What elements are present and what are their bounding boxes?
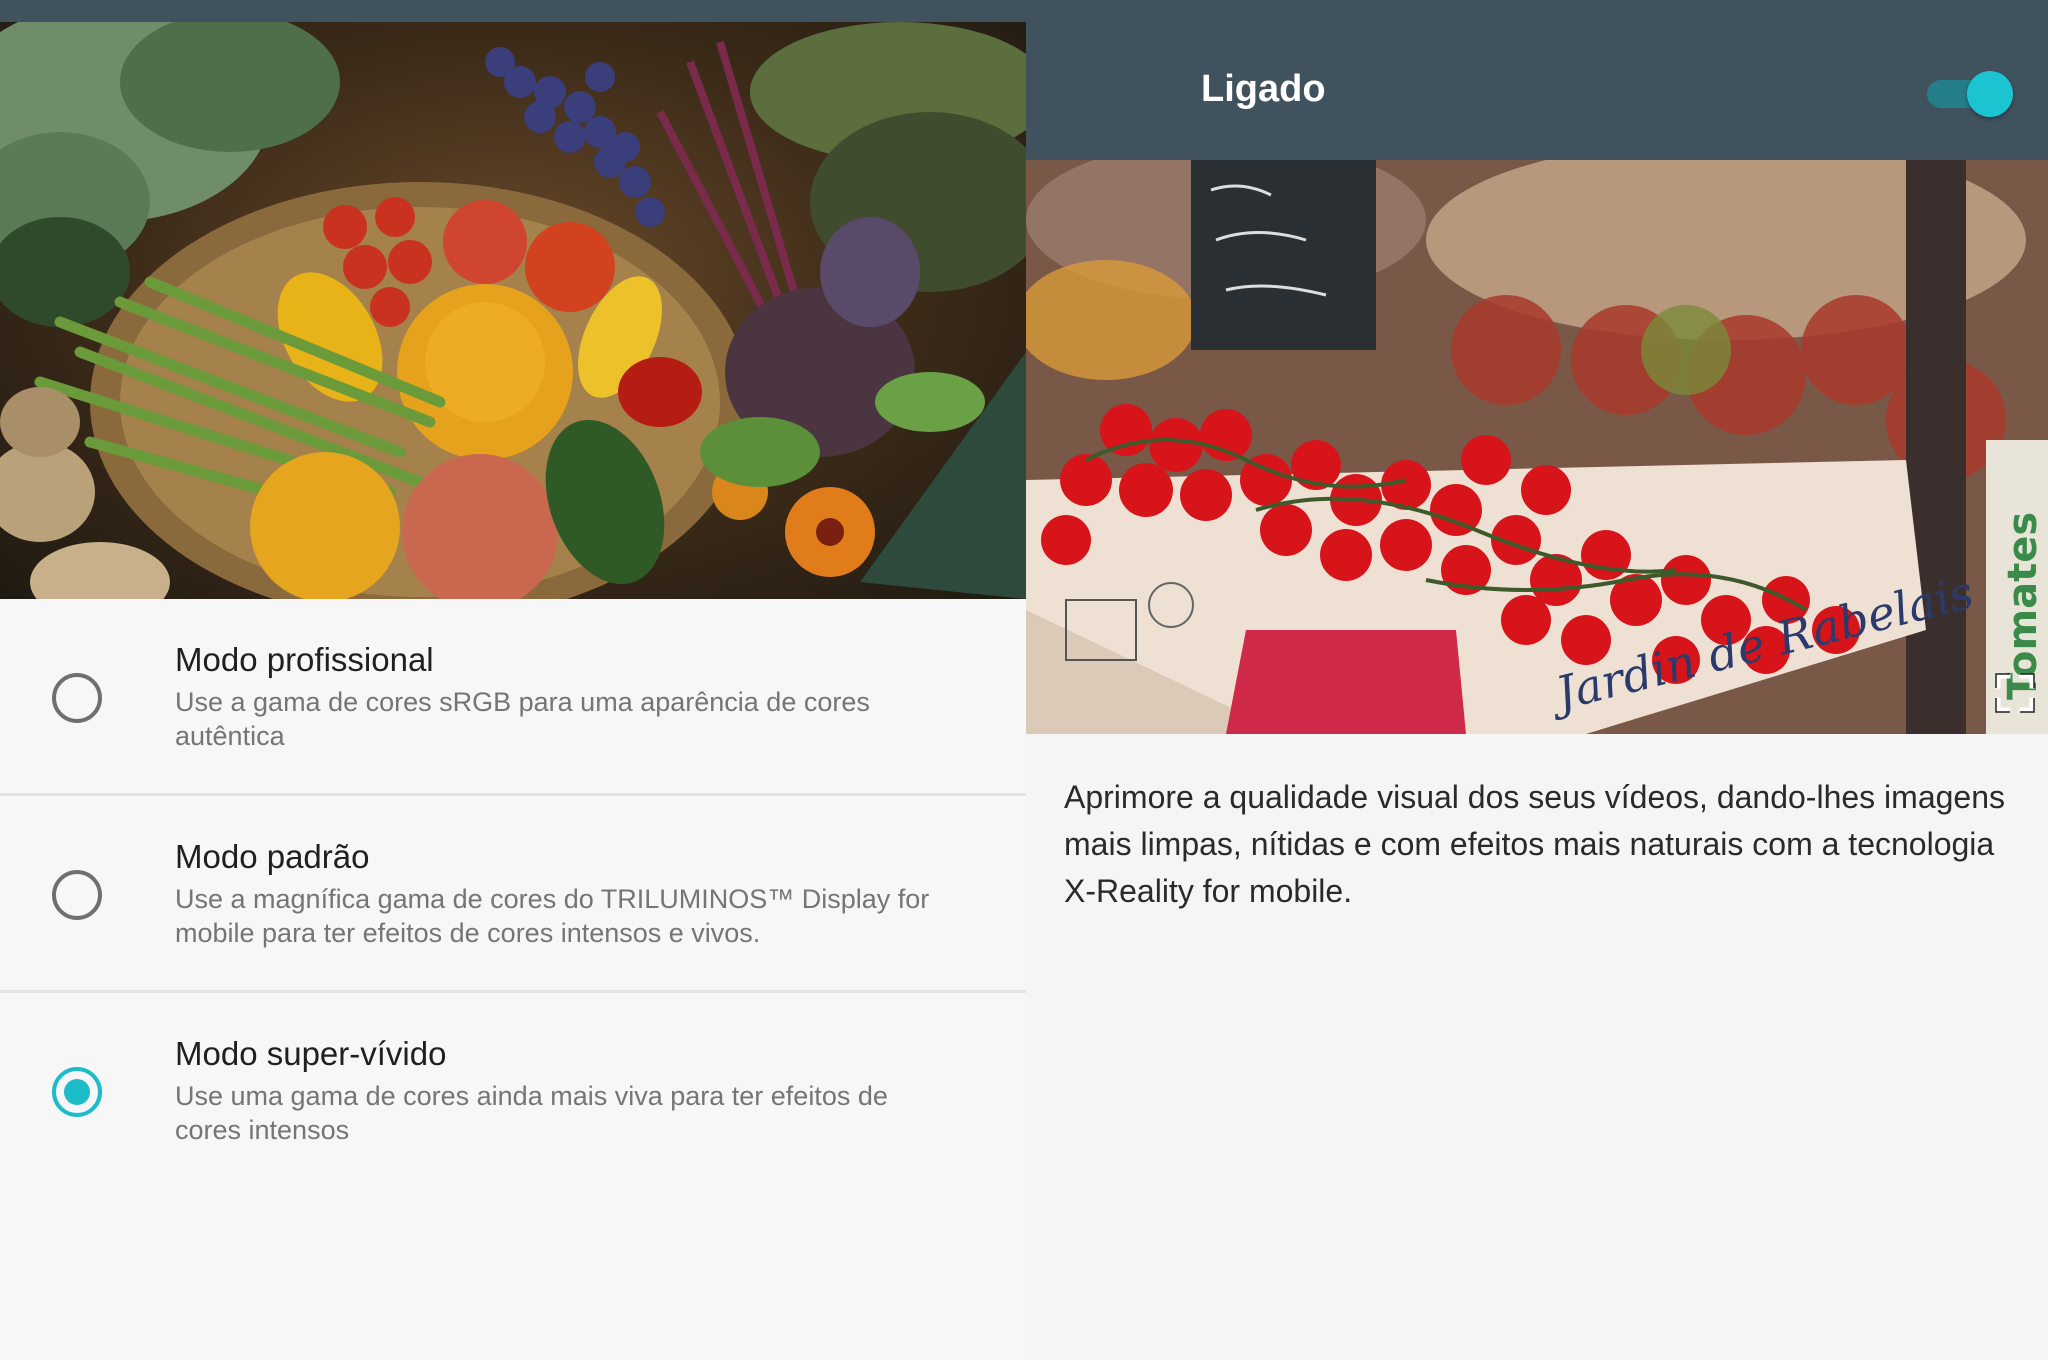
radio-standard[interactable] (52, 870, 102, 920)
x-reality-toggle[interactable] (1923, 71, 2013, 117)
header-title: Ligado (1201, 68, 1326, 110)
fullscreen-icon[interactable] (1994, 672, 2036, 714)
color-mode-panel: Modo profissional Use a gama de cores sR… (0, 22, 1026, 1360)
status-bar (0, 0, 2048, 22)
option-title: Modo padrão (175, 838, 370, 875)
tomatoes-market-image: Jardin de Rabelais Tomates (1026, 160, 2048, 734)
option-title: Modo profissional (175, 641, 434, 678)
radio-selected-dot (64, 1079, 90, 1105)
color-mode-options: Modo profissional Use a gama de cores sR… (0, 599, 1026, 1190)
x-reality-panel: Ligado Jardin de Rabelais Tomates Aprimo… (1026, 22, 2048, 1360)
x-reality-header: Ligado (1026, 22, 2048, 160)
radio-professional[interactable] (52, 673, 102, 723)
toggle-thumb (1967, 71, 2013, 117)
option-description: Use uma gama de cores ainda mais viva pa… (175, 1081, 888, 1145)
option-standard[interactable]: Modo padrão Use a magnífica gama de core… (0, 796, 1026, 993)
tomatoes-illustration: Jardin de Rabelais Tomates (1026, 160, 2048, 734)
option-super-vivid[interactable]: Modo super-vívido Use uma gama de cores … (0, 993, 1026, 1190)
option-title: Modo super-vívido (175, 1035, 447, 1072)
radio-super-vivid[interactable] (52, 1067, 102, 1117)
option-description: Use a gama de cores sRGB para uma aparên… (175, 687, 870, 751)
vegetables-image (0, 22, 1026, 599)
option-description: Use a magnífica gama de cores do TRILUMI… (175, 884, 930, 948)
option-professional[interactable]: Modo profissional Use a gama de cores sR… (0, 599, 1026, 796)
vegetables-illustration (0, 22, 1026, 599)
x-reality-description: Aprimore a qualidade visual dos seus víd… (1064, 779, 2005, 909)
